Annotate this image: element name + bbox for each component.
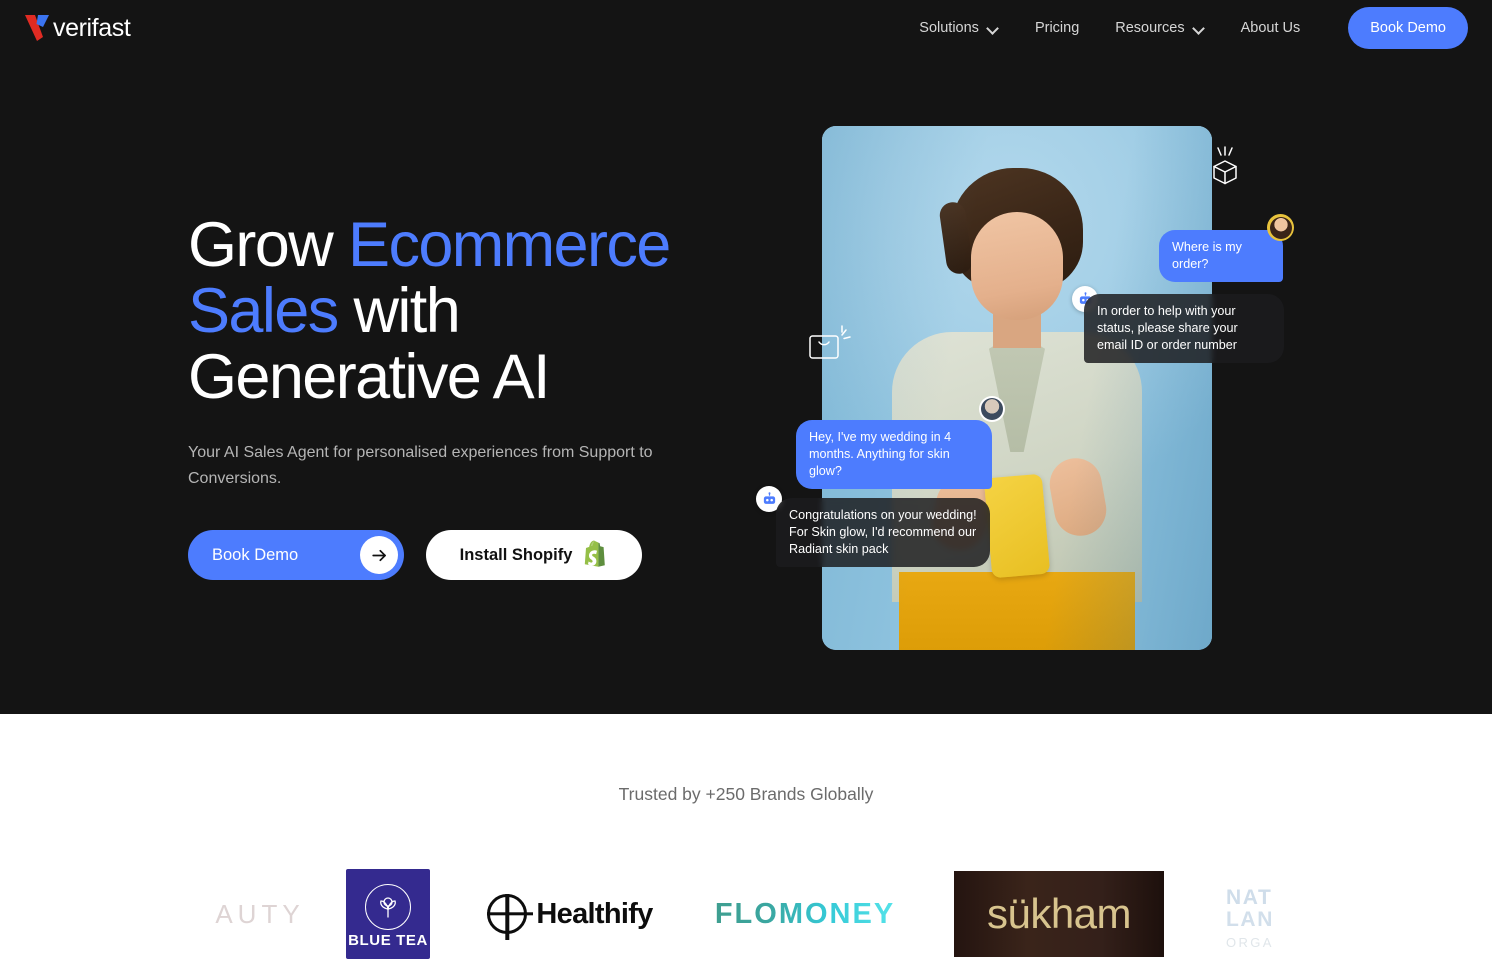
- hero-section: verifast Solutions Pricing Resources Abo…: [0, 0, 1492, 714]
- hero-photo: [822, 126, 1212, 650]
- shopify-bag-icon: [582, 538, 608, 573]
- package-box-icon: [1208, 146, 1242, 190]
- title-part-sales: Sales: [188, 276, 339, 346]
- book-demo-nav-button[interactable]: Book Demo: [1348, 7, 1468, 49]
- logo-natlan-organics: NAT LAN ORGA: [1226, 879, 1346, 957]
- title-part-generative-ai: Generative AI: [188, 342, 551, 412]
- nav-item-label: Solutions: [919, 20, 979, 36]
- healthify-label: Healthify: [536, 897, 653, 930]
- blue-tea-label: BLUE TEA: [348, 931, 428, 949]
- page-title: Grow Ecommerce Sales with Generative AI: [188, 212, 728, 410]
- chat-bubble-user-1: Where is my order?: [1159, 230, 1283, 282]
- brand-logo-row: AUTY BLUE TEA Healthify FLOMONEY sükham …: [0, 869, 1492, 959]
- hero-visual: Where is my order? In order to help with…: [756, 126, 1294, 650]
- natlan-line-1: NAT: [1226, 885, 1273, 909]
- nav-links: Solutions Pricing Resources About Us Boo…: [901, 7, 1468, 49]
- book-demo-button[interactable]: Book Demo: [188, 530, 404, 580]
- nav-item-resources[interactable]: Resources: [1097, 12, 1222, 44]
- navbar: verifast Solutions Pricing Resources Abo…: [0, 0, 1492, 56]
- install-shopify-label: Install Shopify: [459, 545, 573, 564]
- nav-item-label: Pricing: [1034, 20, 1080, 36]
- nav-item-pricing[interactable]: Pricing: [1017, 12, 1097, 44]
- hero-subtitle: Your AI Sales Agent for personalised exp…: [188, 444, 653, 487]
- user-avatar-photo: [979, 396, 1005, 422]
- install-shopify-button[interactable]: Install Shopify: [426, 530, 642, 580]
- logo-sukham: sükham: [954, 871, 1164, 957]
- nav-item-label: About Us: [1240, 20, 1301, 36]
- logo-blue-tea: BLUE TEA: [346, 869, 430, 959]
- title-part-ecommerce: Ecommerce: [348, 210, 671, 280]
- nav-item-about-us[interactable]: About Us: [1223, 12, 1319, 44]
- chat-bubble-bot-2: Congratulations on your wedding! For Ski…: [776, 498, 990, 567]
- chevron-down-icon: [1194, 23, 1205, 34]
- natlan-line-2: LAN: [1226, 907, 1274, 931]
- nav-item-solutions[interactable]: Solutions: [901, 12, 1017, 44]
- logo-healthify: Healthify: [487, 875, 653, 953]
- trusted-heading: Trusted by +250 Brands Globally: [618, 784, 874, 804]
- logo-flomoney: FLOMONEY: [712, 875, 898, 953]
- hero-cta-group: Book Demo Install Shopify: [188, 530, 728, 580]
- healthify-mark-icon: [487, 894, 528, 934]
- photo-vignette: [822, 126, 1212, 650]
- verifast-v-logo-icon: [22, 13, 56, 43]
- chat-bubble-user-2: Hey, I've my wedding in 4 months. Anythi…: [796, 420, 992, 489]
- brand-logo[interactable]: verifast: [22, 13, 131, 43]
- chat-bubble-bot-1: In order to help with your status, pleas…: [1084, 294, 1284, 363]
- nav-item-label: Resources: [1115, 20, 1185, 36]
- logo-auty: AUTY: [215, 898, 305, 929]
- shopping-bag-icon: [808, 324, 854, 364]
- sukham-label: sükham: [986, 890, 1132, 937]
- user-avatar-yellow: [1267, 214, 1294, 241]
- chevron-down-icon: [988, 23, 999, 34]
- brand-name: verifast: [53, 13, 131, 42]
- hero-content: Grow Ecommerce Sales with Generative AI …: [188, 212, 728, 580]
- book-demo-label: Book Demo: [212, 545, 299, 564]
- natlan-line-3: ORGA: [1226, 934, 1274, 950]
- arrow-right-icon: [360, 536, 398, 574]
- title-part-grow: Grow: [188, 210, 349, 280]
- blue-tea-flower-icon: [365, 883, 411, 930]
- title-part-with: with: [337, 276, 460, 346]
